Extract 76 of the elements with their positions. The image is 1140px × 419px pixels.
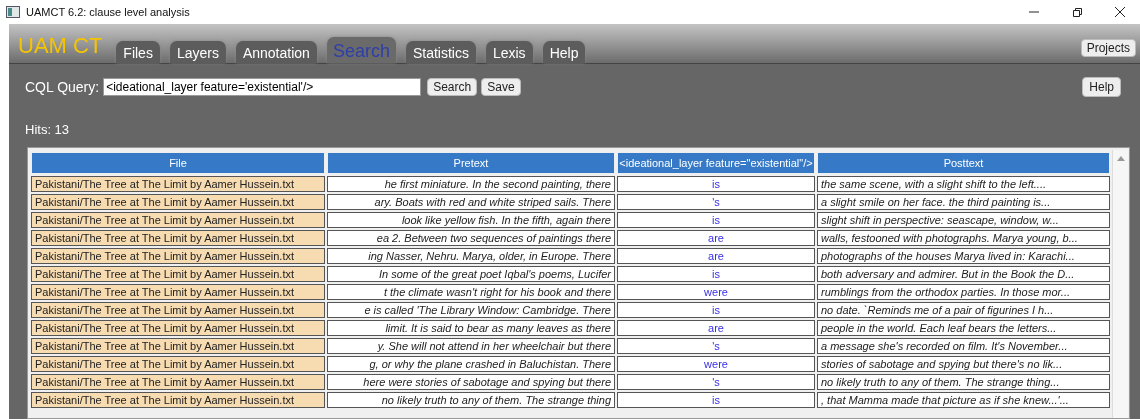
table-cell: Pakistani/The Tree at The Limit by Aamer Hussein.txt [31,266,325,282]
table-cell: is [617,302,815,318]
table-cell: rumblings from the orthodox parties. In those mor... [817,284,1110,300]
table-cell: t the climate wasn't right for his book and there [327,284,615,300]
nav-tab[interactable]: Annotation [235,41,317,63]
table-cell: 's [617,338,815,354]
table-cell: stories of sabotage and spying but there's no lik... [817,356,1110,372]
table-cell: are [617,248,815,264]
table-cell: is [617,212,815,228]
table-cell: Pakistani/The Tree at The Limit by Aamer Hussein.txt [31,302,325,318]
table-cell: ing Nasser, Nehru. Marya, older, in Europe. There [327,248,615,264]
table-cell: 's [617,194,815,210]
search-button[interactable]: Search [427,78,478,96]
table-cell: Pakistani/The Tree at The Limit by Aamer Hussein.txt [31,248,325,264]
table-cell: Pakistani/The Tree at The Limit by Aamer Hussein.txt [31,230,325,246]
table-cell: 's [617,374,815,390]
table-cell: are [617,320,815,336]
table-cell: the same scene, with a slight shift to the left.... [817,176,1110,192]
nav-tab[interactable]: Layers [169,41,226,63]
column-header: File [31,152,325,174]
table-cell: is [617,266,815,282]
scroll-up-icon[interactable] [1116,156,1125,161]
nav-tab[interactable]: Statistics [405,41,476,63]
app-icon [6,6,20,18]
table-cell: were [617,284,815,300]
nav-tab[interactable]: Files [116,41,160,63]
table-cell: no likely truth to any of them. The strange thing... [817,374,1110,390]
scrollbar[interactable] [1112,150,1128,418]
table-cell: g, or why the plane crashed in Baluchistan. There [327,356,615,372]
query-field[interactable]: <ideational_layer feature='existential'/> [103,78,422,96]
close-icon[interactable] [1114,6,1126,18]
table-cell: are [617,230,815,246]
column-header: <ideational_layer feature="existential"/> [617,152,815,174]
query-label: CQL Query: [25,79,100,95]
help-button[interactable]: Help [1082,77,1121,97]
table-cell: no date. `Reminds me of a pair of figurines I h... [817,302,1110,318]
table-cell: a message she's recorded on film. It's November... [817,338,1110,354]
table-cell: a slight smile on her face. the third painting is... [817,194,1110,210]
table-cell: ary. Boats with red and white striped sails. There [327,194,615,210]
table-cell: is [617,392,815,408]
nav-tab[interactable]: Help [542,41,586,63]
table-cell: walls, festooned with photographs. Marya young, b... [817,230,1110,246]
restore-icon[interactable] [1071,6,1083,18]
table-cell: limit. It is said to bear as many leaves as there [327,320,615,336]
column-header: Posttext [817,152,1110,174]
nav-tab[interactable]: Lexis [485,41,533,63]
table-cell: Pakistani/The Tree at The Limit by Aamer Hussein.txt [31,338,325,354]
table-cell: no likely truth to any of them. The strange thing [327,392,615,408]
table-cell: y. She will not attend in her wheelchair but there [327,338,615,354]
table-cell: Pakistani/The Tree at The Limit by Aamer Hussein.txt [31,374,325,390]
table-cell: Pakistani/The Tree at The Limit by Aamer Hussein.txt [31,176,325,192]
table-cell: Pakistani/The Tree at The Limit by Aamer Hussein.txt [31,392,325,408]
table-cell: were [617,356,815,372]
table-cell: is [617,176,815,192]
table-cell: Pakistani/The Tree at The Limit by Aamer Hussein.txt [31,212,325,228]
table-cell: here were stories of sabotage and spying but there [327,374,615,390]
save-button[interactable]: Save [481,78,521,96]
app-logo: UAM CT [18,33,103,59]
table-cell: people in the world. Each leaf bears the letters... [817,320,1110,336]
table-cell: e is called 'The Library Window: Cambridge. There [327,302,615,318]
window-title: UAMCT 6.2: clause level analysis [26,6,190,18]
table-cell: Pakistani/The Tree at The Limit by Aamer Hussein.txt [31,356,325,372]
table-cell: photographs of the houses Marya lived in: Karachi... [817,248,1110,264]
table-cell: ea 2. Between two sequences of paintings there [327,230,615,246]
table-cell: , that Mamma made that picture as if she knew...'... [817,392,1110,408]
table-cell: In some of the great poet Iqbal's poems, Lucifer [327,266,615,282]
table-cell: he first miniature. In the second painting, there [327,176,615,192]
table-cell: Pakistani/The Tree at The Limit by Aamer Hussein.txt [31,194,325,210]
column-header: Pretext [327,152,615,174]
hits-count: Hits: 13 [24,121,71,137]
table-cell: Pakistani/The Tree at The Limit by Aamer Hussein.txt [31,320,325,336]
table-cell: both adversary and admirer. But in the Book the D... [817,266,1110,282]
projects-button[interactable]: Projects [1080,39,1136,57]
table-cell: slight shift in perspective: seascape, window, w... [817,212,1110,228]
table-cell: Pakistani/The Tree at The Limit by Aamer Hussein.txt [31,284,325,300]
table-cell: look like yellow fish. In the fifth, again there [327,212,615,228]
